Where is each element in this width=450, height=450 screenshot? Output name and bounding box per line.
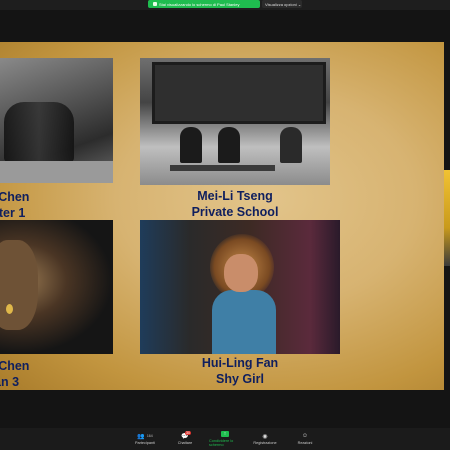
record-button[interactable]: ◉ Registrazione <box>249 428 281 450</box>
reactions-button[interactable]: ☺ Reazioni <box>289 428 321 450</box>
chat-label: Chattare <box>177 441 193 445</box>
chat-icon: 💬 30 <box>181 431 191 440</box>
view-options-button[interactable]: Visualizza opzioni ⌄ <box>262 0 302 8</box>
caption-title: …d Man 3 <box>0 375 20 389</box>
share-screen-button[interactable]: ↑ Condividere lo schermo <box>209 428 241 450</box>
caption-author: …ang Chen <box>0 359 30 373</box>
chat-badge: 30 <box>185 431 191 435</box>
caption-author: Mei-Li Tseng <box>197 189 273 203</box>
participant-video-tile[interactable] <box>444 170 450 266</box>
top-bar: Stai visualizzando lo schermo di Paul St… <box>0 0 450 10</box>
smiley-icon: ☺ <box>301 433 309 439</box>
chat-button[interactable]: 💬 30 Chattare <box>169 428 201 450</box>
participants-button[interactable]: 👥 164 Partecipanti <box>129 428 161 450</box>
caption-title: Shy Girl <box>216 372 264 386</box>
photo-baby-sitter <box>0 58 113 183</box>
share-arrow-icon: ↑ <box>221 431 229 437</box>
people-icon: 👥 164 <box>137 433 153 440</box>
meeting-toolbar: 👥 164 Partecipanti 💬 30 Chattare ↑ Condivi… <box>0 428 450 450</box>
record-label: Registrazione <box>253 441 277 445</box>
share-label: Condividere lo schermo <box>209 439 234 447</box>
photo-old-man <box>0 220 113 354</box>
screen-share-indicator[interactable]: Stai visualizzando lo schermo di Paul St… <box>148 0 260 8</box>
caption-4: Hui-Ling Fan Shy Girl <box>150 355 330 387</box>
caption-title: …y Sitter 1 <box>0 206 26 220</box>
caption-author: Hui-Ling Fan <box>201 356 279 370</box>
reactions-label: Reazioni <box>297 441 313 445</box>
caption-author: …ang Chen <box>0 190 30 204</box>
shield-icon <box>153 2 157 6</box>
caption-1: …ang Chen …y Sitter 1 <box>0 189 80 221</box>
photo-shy-girl <box>140 220 340 354</box>
caption-title: Private School <box>191 205 279 219</box>
caption-2: Mei-Li Tseng Private School <box>155 188 315 220</box>
participants-count: 164 <box>146 434 153 438</box>
share-status-text: Stai visualizzando lo schermo di Paul St… <box>159 1 240 7</box>
caption-3: …ang Chen …d Man 3 <box>0 358 80 390</box>
record-icon: ◉ <box>262 433 268 440</box>
photo-private-school <box>140 58 330 185</box>
participants-label: Partecipanti <box>134 441 156 445</box>
shared-screen-slide: …ang Chen …y Sitter 1 Mei-Li Tseng Priva… <box>0 42 444 390</box>
